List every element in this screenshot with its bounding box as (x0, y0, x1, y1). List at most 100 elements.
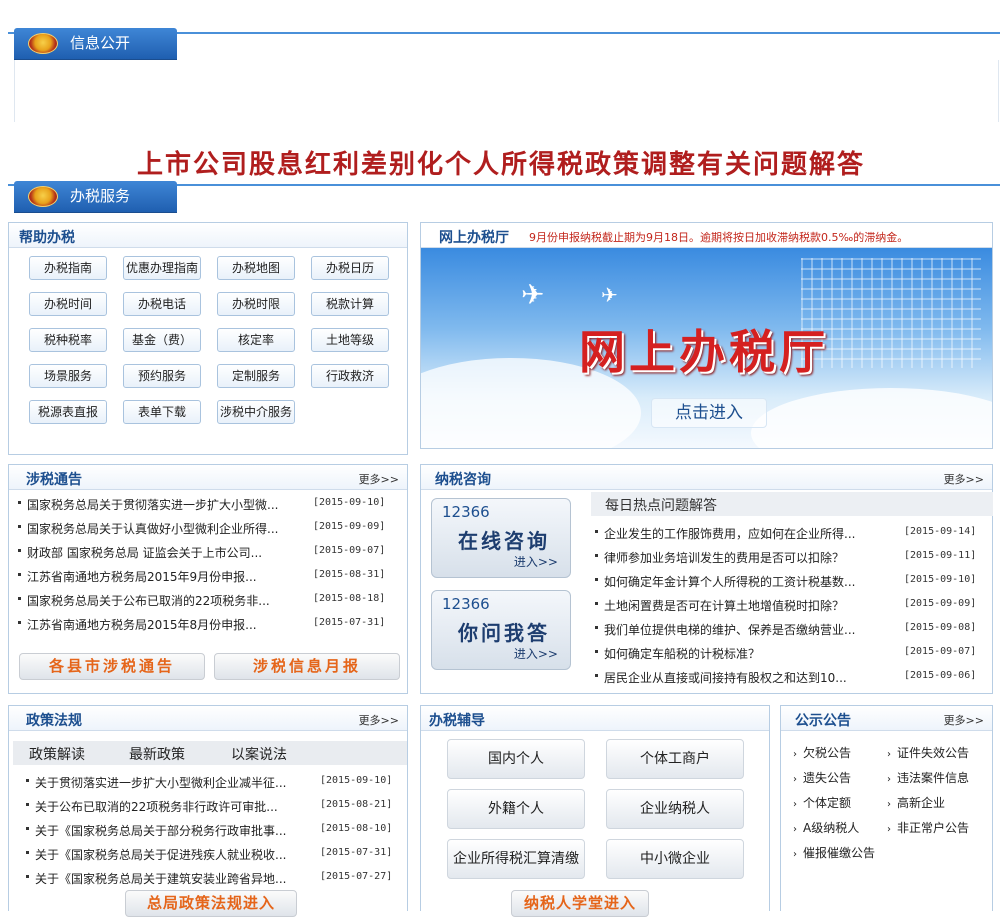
tax-notices-title: 涉税通告 (26, 472, 82, 488)
online-consult-button[interactable]: 12366 在线咨询 进入>> (431, 498, 571, 578)
tax-monthly-report-button[interactable]: 涉税信息月报 (214, 653, 400, 680)
help-button[interactable]: 办税指南 (29, 256, 107, 280)
guide-button[interactable]: 外籍个人 (447, 789, 585, 829)
help-button[interactable]: 办税时限 (217, 292, 295, 316)
public-notice-item[interactable]: › 欠税公告 (793, 744, 851, 761)
list-item[interactable]: 如何确定车船税的计税标准？ [2015-09-07] (595, 645, 994, 662)
public-notice-item[interactable]: › 违法案件信息 (887, 769, 969, 786)
list-item-title[interactable]: 关于《国家税务总局关于促进残疾人就业税收... (35, 846, 287, 863)
public-notice-item[interactable]: › 非正常户公告 (887, 819, 969, 836)
guide-button[interactable]: 企业所得税汇算清缴 (447, 839, 585, 879)
tab-policy-interpretation[interactable]: 政策解读 (29, 744, 85, 764)
list-item-title[interactable]: 律师参加业务培训发生的费用是否可以扣除？ (604, 549, 864, 566)
help-button[interactable]: 税种税率 (29, 328, 107, 352)
help-button[interactable]: 定制服务 (217, 364, 295, 388)
help-button[interactable]: 土地等级 (311, 328, 389, 352)
list-item[interactable]: 江苏省南通地方税务局2015年9月份申报... [2015-08-31] (18, 568, 403, 585)
public-notice-label: A级纳税人 (803, 821, 860, 835)
guide-button[interactable]: 中小微企业 (606, 839, 744, 879)
qa-button[interactable]: 12366 你问我答 进入>> (431, 590, 571, 670)
public-notice-item[interactable]: › 高新企业 (887, 794, 945, 811)
help-button[interactable]: 优惠办理指南 (123, 256, 201, 280)
list-item[interactable]: 土地闲置费是否可在计算土地增值税时扣除？ [2015-09-09] (595, 597, 994, 614)
tax-consult-more-link[interactable]: 更多>> (944, 471, 984, 487)
arrow-icon: › (887, 799, 891, 810)
list-item-title[interactable]: 土地闲置费是否可在计算土地增值税时扣除？ (604, 597, 864, 614)
list-item-title[interactable]: 我们单位提供电梯的维护、保养是否缴纳营业... (604, 621, 864, 638)
policy-enter-button[interactable]: 总局政策法规进入 (125, 890, 297, 917)
service-section-tab[interactable]: 办税服务 (14, 181, 177, 212)
list-item-title[interactable]: 江苏省南通地方税务局2015年8月份申报... (27, 616, 289, 633)
list-item-title[interactable]: 关于《国家税务总局关于建筑安装业跨省异地... (35, 870, 287, 887)
list-item-title[interactable]: 如何确定车船税的计税标准？ (604, 645, 864, 662)
list-item-title[interactable]: 企业发生的工作服饰费用，应如何在企业所得... (604, 525, 864, 542)
public-notice-item[interactable]: › 个体定额 (793, 794, 851, 811)
list-item-title[interactable]: 国家税务总局关于认真做好小型微利企业所得... (27, 520, 289, 537)
help-button[interactable]: 行政救济 (311, 364, 389, 388)
help-button[interactable]: 办税电话 (123, 292, 201, 316)
list-item[interactable]: 关于公布已取消的22项税务非行政许可审批... [2015-08-21] (26, 798, 410, 815)
list-item-title[interactable]: 关于公布已取消的22项税务非行政许可审批... (35, 798, 287, 815)
guide-button[interactable]: 个体工商户 (606, 739, 744, 779)
info-section-tab[interactable]: 信息公开 (14, 28, 177, 59)
county-notices-button[interactable]: 各县市涉税通告 (19, 653, 205, 680)
guide-button[interactable]: 企业纳税人 (606, 789, 744, 829)
list-item[interactable]: 国家税务总局关于公布已取消的22项税务非... [2015-08-18] (18, 592, 403, 609)
list-item-title[interactable]: 财政部 国家税务总局 证监会关于上市公司... (27, 544, 289, 561)
deadline-notice[interactable]: 9月份申报纳税截止期为9月18日。逾期将按日加收滞纳税款0.5‰的滞纳金。 (529, 229, 908, 245)
list-item[interactable]: 国家税务总局关于贯彻落实进一步扩大小型微... [2015-09-10] (18, 496, 403, 513)
help-button[interactable]: 场景服务 (29, 364, 107, 388)
policy-more-link[interactable]: 更多>> (359, 712, 399, 728)
public-notices-more-link[interactable]: 更多>> (944, 712, 984, 728)
public-notice-item[interactable]: › 证件失效公告 (887, 744, 969, 761)
list-item[interactable]: 关于贯彻落实进一步扩大小型微利企业减半征... [2015-09-10] (26, 774, 410, 791)
list-item[interactable]: 律师参加业务培训发生的费用是否可以扣除？ [2015-09-11] (595, 549, 994, 566)
guide-button[interactable]: 国内个人 (447, 739, 585, 779)
bullet-icon (26, 827, 29, 830)
public-notice-item[interactable]: › 催报催缴公告 (793, 844, 875, 861)
help-button[interactable]: 税源表直报 (29, 400, 107, 424)
arrow-icon: › (793, 774, 797, 785)
list-item-title[interactable]: 关于《国家税务总局关于部分税务行政审批事... (35, 822, 287, 839)
help-button[interactable]: 税款计算 (311, 292, 389, 316)
list-item[interactable]: 我们单位提供电梯的维护、保养是否缴纳营业... [2015-09-08] (595, 621, 994, 638)
help-button[interactable]: 涉税中介服务 (217, 400, 295, 424)
list-item[interactable]: 国家税务总局关于认真做好小型微利企业所得... [2015-09-09] (18, 520, 403, 537)
bullet-icon (595, 602, 598, 605)
list-item-title[interactable]: 江苏省南通地方税务局2015年9月份申报... (27, 568, 289, 585)
list-item[interactable]: 关于《国家税务总局关于建筑安装业跨省异地... [2015-07-27] (26, 870, 410, 887)
help-button[interactable]: 基金（费） (123, 328, 201, 352)
list-item-title[interactable]: 居民企业从直接或间接持有股权之和达到10... (604, 669, 864, 686)
taxpayer-school-button[interactable]: 纳税人学堂进入 (511, 890, 649, 917)
list-item[interactable]: 居民企业从直接或间接持有股权之和达到10... [2015-09-06] (595, 669, 994, 686)
list-item[interactable]: 关于《国家税务总局关于促进残疾人就业税收... [2015-07-31] (26, 846, 410, 863)
list-item-title[interactable]: 国家税务总局关于贯彻落实进一步扩大小型微... (27, 496, 289, 513)
list-item-date: [2015-09-11] (904, 550, 977, 561)
list-item-title[interactable]: 如何确定年金计算个人所得税的工资计税基数... (604, 573, 864, 590)
help-button[interactable]: 表单下载 (123, 400, 201, 424)
enter-online-hall-button[interactable]: 点击进入 (651, 398, 767, 428)
tab-latest-policy[interactable]: 最新政策 (129, 744, 185, 764)
list-item-date: [2015-08-10] (320, 823, 393, 834)
online-hall-banner[interactable]: ✈ ✈ 网上办税厅 点击进入 (421, 248, 992, 448)
public-notice-item[interactable]: › A级纳税人 (793, 819, 859, 836)
list-item[interactable]: 江苏省南通地方税务局2015年8月份申报... [2015-07-31] (18, 616, 403, 633)
help-button[interactable]: 办税地图 (217, 256, 295, 280)
list-item[interactable]: 关于《国家税务总局关于部分税务行政审批事... [2015-08-10] (26, 822, 410, 839)
online-hall-title[interactable]: 网上办税厅 (439, 227, 509, 247)
public-notice-item[interactable]: › 遗失公告 (793, 769, 851, 786)
list-item[interactable]: 如何确定年金计算个人所得税的工资计税基数... [2015-09-10] (595, 573, 994, 590)
list-item[interactable]: 财政部 国家税务总局 证监会关于上市公司... [2015-09-07] (18, 544, 403, 561)
help-button[interactable]: 核定率 (217, 328, 295, 352)
help-button[interactable]: 办税日历 (311, 256, 389, 280)
service-section-bar: 办税服务 (8, 158, 1000, 212)
help-button[interactable]: 预约服务 (123, 364, 201, 388)
list-item-title[interactable]: 关于贯彻落实进一步扩大小型微利企业减半征... (35, 774, 287, 791)
list-item-date: [2015-07-31] (313, 617, 386, 628)
tab-case-studies[interactable]: 以案说法 (231, 744, 287, 764)
tax-notices-more-link[interactable]: 更多>> (359, 471, 399, 487)
public-notice-label: 个体定额 (803, 796, 852, 810)
list-item-title[interactable]: 国家税务总局关于公布已取消的22项税务非... (27, 592, 289, 609)
help-button[interactable]: 办税时间 (29, 292, 107, 316)
list-item[interactable]: 企业发生的工作服饰费用，应如何在企业所得... [2015-09-14] (595, 525, 994, 542)
